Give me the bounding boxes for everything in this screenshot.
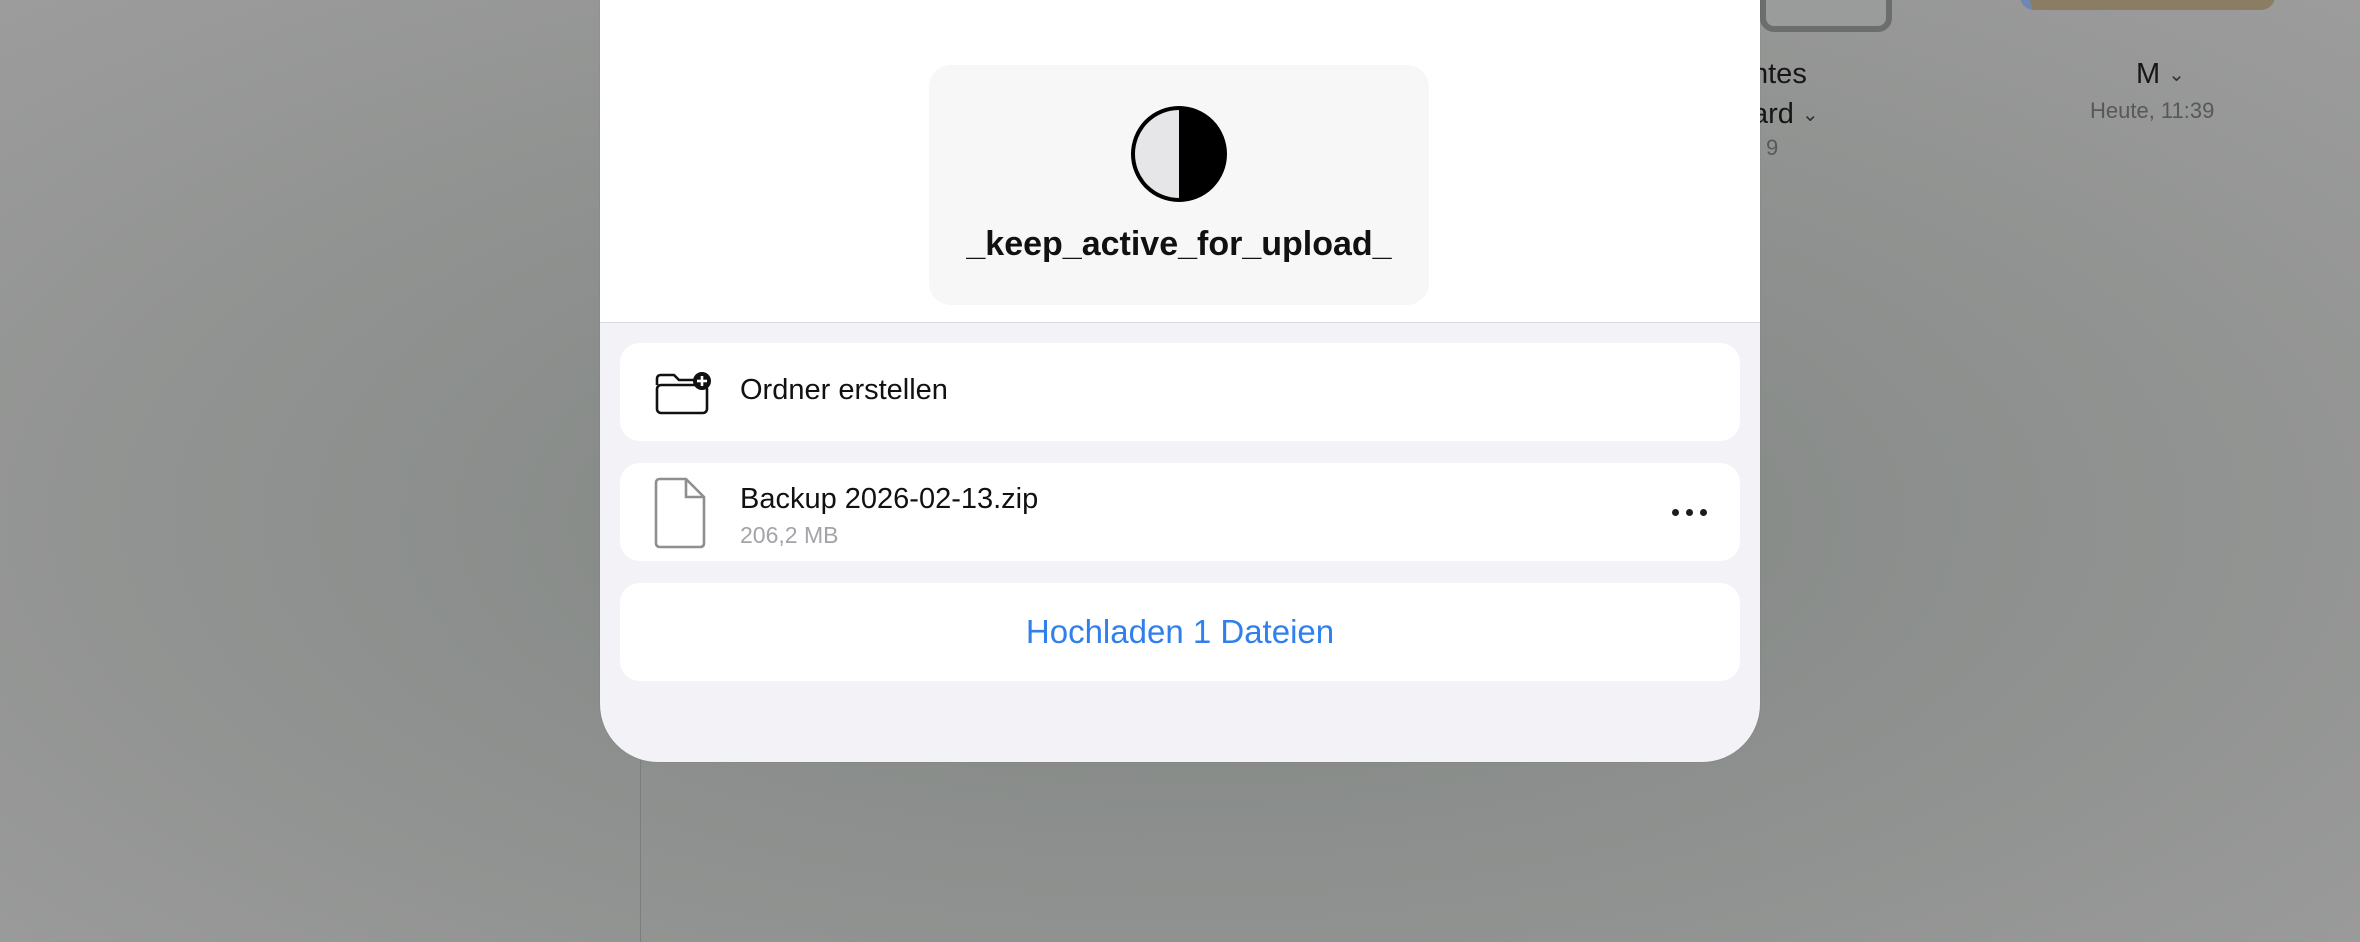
chevron-down-icon: ⌄ [2168,64,2185,87]
destination-folder-preview: _keep_active_for_upload_ [929,65,1429,305]
file-list-item[interactable]: Backup 2026-02-13.zip 206,2 MB [620,463,1740,561]
ellipsis-icon [1700,509,1707,516]
file-size: 206,2 MB [740,522,839,548]
document-icon [654,477,706,549]
create-folder-button[interactable]: Ordner erstellen [620,343,1740,441]
grid-item-name: ntes ard ⌄ [1752,54,1819,135]
more-options-button[interactable] [1670,495,1710,529]
chevron-down-icon: ⌄ [1801,104,1819,127]
upload-button[interactable]: Hochladen 1 Dateien [620,583,1740,681]
grid-item-name: M ⌄ [2136,54,2185,95]
grid-item-date: Heute, 11:39 [2090,98,2215,123]
upload-sheet: _keep_active_for_upload_ Ordner erstelle… [600,0,1760,762]
upload-button-label: Hochladen 1 Dateien [1025,613,1335,650]
sheet-header: _keep_active_for_upload_ [600,0,1760,323]
grid-item-date: 9 [1766,135,1779,160]
file-thumbnail [1760,0,1892,32]
destination-folder-name: _keep_active_for_upload_ [966,225,1392,263]
file-name: Backup 2026-02-13.zip [740,483,1039,515]
file-thumbnail [2020,0,2275,10]
ellipsis-icon [1672,509,1679,516]
folder-plus-icon [655,372,711,415]
ellipsis-icon [1686,509,1693,516]
create-folder-label: Ordner erstellen [740,374,948,406]
circle-half-icon [1131,106,1227,202]
